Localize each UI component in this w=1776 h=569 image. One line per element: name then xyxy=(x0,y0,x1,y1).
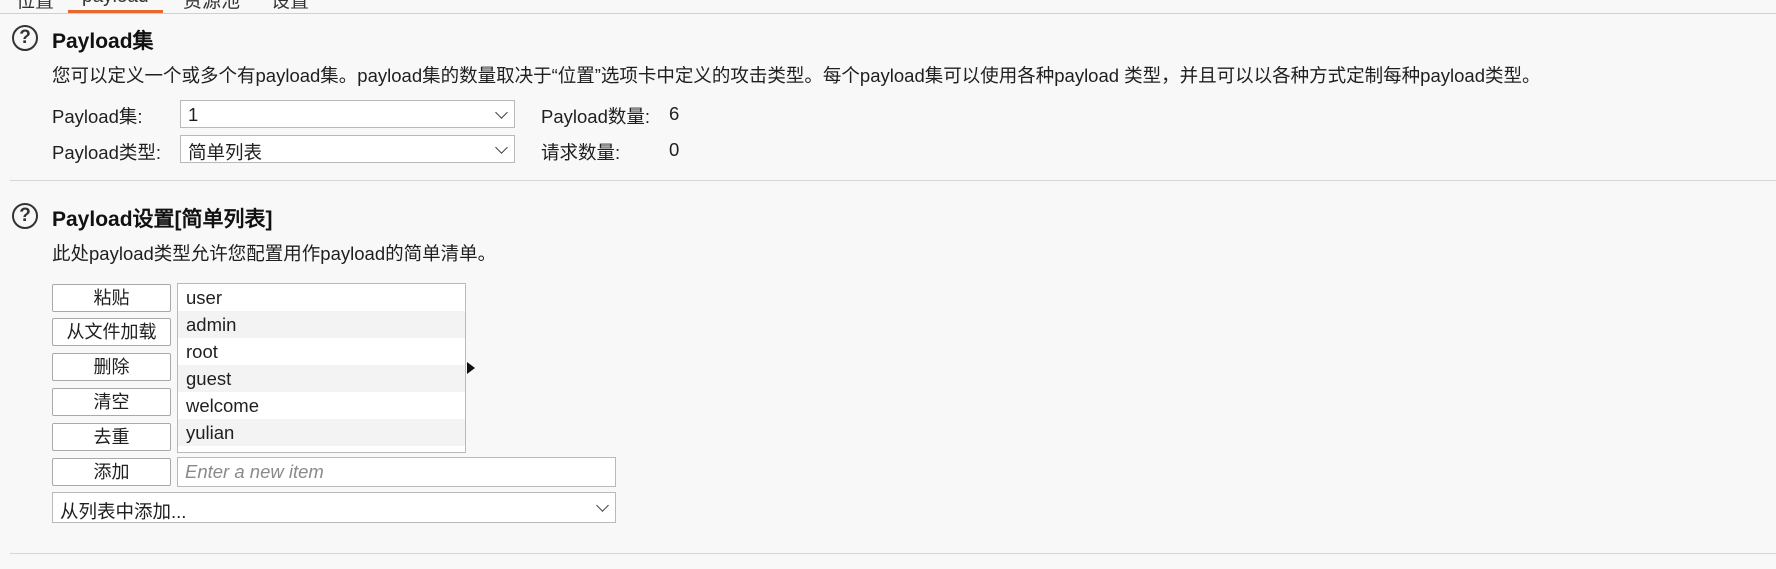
add-from-list-value: 从列表中添加... xyxy=(60,501,187,522)
list-item[interactable]: welcome xyxy=(178,392,465,419)
remove-button[interactable]: 删除 xyxy=(52,353,171,381)
tab-positions[interactable]: 位置 xyxy=(16,0,54,13)
payload-count-label: Payload数量: xyxy=(541,106,650,127)
deduplicate-button[interactable]: 去重 xyxy=(52,423,171,451)
tab-bar: 位置 payload 资源池 设置 xyxy=(0,0,1776,14)
request-count-label: 请求数量: xyxy=(541,142,621,163)
tab-resource-pool[interactable]: 资源池 xyxy=(183,0,240,13)
payload-list[interactable]: user admin root guest welcome yulian xyxy=(177,283,466,453)
payload-settings-title: Payload设置[简单列表] xyxy=(52,208,273,231)
chevron-down-icon xyxy=(495,106,508,119)
payload-type-select[interactable]: 简单列表 xyxy=(180,135,515,163)
add-button[interactable]: 添加 xyxy=(52,458,171,486)
chevron-down-icon xyxy=(495,141,508,154)
list-item[interactable]: user xyxy=(178,284,465,311)
section-divider xyxy=(10,180,1776,181)
list-item[interactable]: guest xyxy=(178,365,465,392)
payload-set-label: Payload集: xyxy=(52,106,143,127)
payload-sets-title: Payload集 xyxy=(52,30,154,53)
tab-settings[interactable]: 设置 xyxy=(271,0,309,13)
payload-settings-description: 此处payload类型允许您配置用作payload的简单清单。 xyxy=(52,243,497,264)
new-item-input[interactable] xyxy=(177,457,616,487)
payload-set-value: 1 xyxy=(188,104,199,125)
payload-type-label: Payload类型: xyxy=(52,142,161,163)
list-item[interactable]: admin xyxy=(178,311,465,338)
section-divider xyxy=(10,553,1776,554)
request-count-value: 0 xyxy=(669,139,680,160)
payload-type-value: 简单列表 xyxy=(188,142,263,163)
list-item[interactable]: yulian xyxy=(178,419,465,446)
payload-count-value: 6 xyxy=(669,103,680,124)
payload-sets-description: 您可以定义一个或多个有payload集。payload集的数量取决于“位置”选项… xyxy=(52,65,1541,86)
list-item[interactable]: root xyxy=(178,338,465,365)
paste-button[interactable]: 粘贴 xyxy=(52,284,171,312)
help-icon[interactable]: ? xyxy=(12,203,38,229)
add-from-list-select[interactable]: 从列表中添加... xyxy=(52,492,616,523)
payload-set-select[interactable]: 1 xyxy=(180,100,515,128)
load-from-file-button[interactable]: 从文件加载 xyxy=(52,318,171,346)
clear-button[interactable]: 清空 xyxy=(52,388,171,416)
arrow-right-icon xyxy=(467,362,475,374)
help-icon[interactable]: ? xyxy=(12,25,38,51)
tab-payloads[interactable]: payload xyxy=(68,0,163,13)
chevron-down-icon xyxy=(596,499,609,512)
